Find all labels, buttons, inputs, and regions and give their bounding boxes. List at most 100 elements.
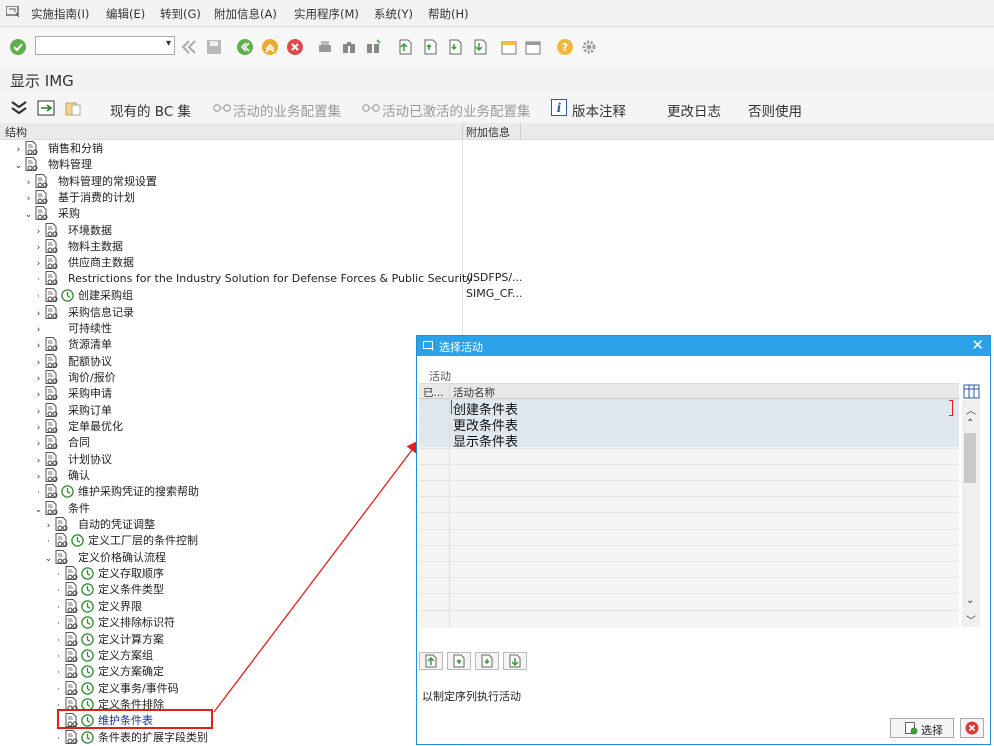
release-notes-button[interactable]: 版本注释 [572,100,626,120]
tree-node[interactable]: · 创建采购组 [34,287,133,303]
tree-node[interactable]: › 物料管理的常规设置 [24,173,157,189]
chevron-down-icon[interactable]: ▾ [166,38,171,49]
tree-node-label[interactable]: 环境数据 [68,224,112,237]
chevron-right-icon[interactable]: › [34,341,43,351]
tree-node[interactable]: · 定义方案确定 [54,663,164,679]
leaf-dot-icon[interactable]: · [54,668,63,678]
tree-node[interactable]: › 合同 [34,434,90,450]
previous-entry-button[interactable] [447,652,471,670]
find-next-icon[interactable] [364,38,382,56]
first-entry-button[interactable] [419,652,443,670]
menu-item-system[interactable]: 系统(Y) [374,6,413,22]
chevron-right-icon[interactable]: › [24,194,33,204]
where-used-button[interactable]: 否则使用 [748,100,802,120]
tree-node-label[interactable]: 定单最优化 [68,420,123,433]
done-column-header[interactable]: 已... [423,385,444,400]
shortcut-icon[interactable] [524,38,542,56]
next-entry-button[interactable] [475,652,499,670]
tree-node[interactable]: · 条件表的扩展字段类别 [54,729,208,745]
tree-node-label[interactable]: 维护采购凭证的搜索帮助 [78,485,199,498]
chevron-down-icon[interactable]: ⌄ [24,210,33,220]
vertical-scrollbar[interactable]: ︿ ⌃ ⌄ ﹀ [962,400,980,627]
tree-node-label[interactable]: 确认 [68,469,90,482]
tree-node[interactable]: › 货源清单 [34,336,112,352]
last-entry-button[interactable] [503,652,527,670]
chevron-right-icon[interactable]: › [34,472,43,482]
chevron-right-icon[interactable]: › [34,456,43,466]
tree-node-label[interactable]: 采购申请 [68,387,112,400]
tree-node[interactable]: › 询价/报价 [34,369,116,385]
tree-node[interactable]: › 采购申请 [34,385,112,401]
back-icon[interactable] [236,38,254,56]
tree-node[interactable]: ⌄ 定义价格确认流程 [44,549,166,565]
execute-clock-icon[interactable] [81,632,94,646]
tree-node-label[interactable]: 条件 [68,502,90,515]
chevron-down-icon[interactable]: ⌄ [34,505,43,515]
leaf-dot-icon[interactable]: · [54,586,63,596]
exit-icon[interactable] [261,38,279,56]
tree-node-label[interactable]: 定义方案确定 [98,665,164,678]
chevron-right-icon[interactable]: › [24,178,33,188]
print-icon[interactable] [316,38,334,56]
tree-node-label[interactable]: Restrictions for the Industry Solution f… [68,272,473,285]
active-bc-sets-button[interactable]: 活动的业务配置集 [233,100,341,120]
sap-menu-icon[interactable] [6,6,20,18]
chevron-up-icon[interactable]: ⌃ [966,418,974,429]
tree-node[interactable]: › 配额协议 [34,353,112,369]
tree-node[interactable]: › 自动的凭证调整 [44,516,155,532]
activated-bc-sets-button[interactable]: 活动已激活的业务配置集 [382,100,531,120]
execute-clock-icon[interactable] [81,665,94,678]
leaf-dot-icon[interactable]: · [54,570,63,580]
tree-node-label[interactable]: 物料管理的常规设置 [58,175,157,188]
close-icon[interactable]: ✕ [971,336,984,354]
cancel-button[interactable] [960,718,984,738]
chevron-right-icon[interactable]: › [34,358,43,368]
leaf-dot-icon[interactable]: · [54,603,63,613]
execute-clock-icon[interactable] [61,485,74,499]
tree-node[interactable]: · 定义存取顺序 [54,565,164,581]
double-left-icon[interactable] [180,38,198,56]
execute-clock-icon[interactable] [81,567,94,580]
next-page-icon[interactable] [445,38,463,56]
choose-button[interactable]: 选择 [890,718,954,738]
chevron-up-icon[interactable]: ︿ [966,402,976,417]
tree-node-label[interactable]: 货源清单 [68,338,112,351]
tree-node-label[interactable]: 物料管理 [48,158,92,171]
execute-clock-icon[interactable] [71,534,84,548]
tree-node-label[interactable]: 定义事务/事件码 [98,682,179,695]
chevron-right-icon[interactable]: › [14,145,23,155]
tree-node[interactable]: · 维护采购凭证的搜索帮助 [34,483,199,499]
menu-item-edit[interactable]: 编辑(E) [106,6,145,22]
activity-name-column-header[interactable]: 活动名称 [453,385,495,400]
tree-node-label[interactable]: 供应商主数据 [68,256,134,269]
collapse-all-icon[interactable] [10,100,28,116]
leaf-dot-icon[interactable]: · [54,734,63,744]
first-page-icon[interactable] [395,38,413,56]
tree-node[interactable]: · 定义工厂层的条件控制 [44,532,198,548]
chevron-right-icon[interactable]: › [34,309,43,319]
tree-node[interactable]: ⌄ 物料管理 [14,156,92,172]
chevron-right-icon[interactable]: › [44,521,53,531]
tree-node-label[interactable]: 计划协议 [68,453,112,466]
tree-node[interactable]: · 定义方案组 [54,647,153,663]
expand-node-icon[interactable] [37,100,55,116]
command-field[interactable]: ▾ [35,36,175,55]
change-log-button[interactable]: 更改日志 [667,100,721,120]
chevron-right-icon[interactable]: › [34,243,43,253]
leaf-dot-icon[interactable]: · [54,636,63,646]
leaf-dot-icon[interactable]: · [54,685,63,695]
tree-node[interactable]: · 定义计算方案 [54,631,164,647]
activity-display-condition-table[interactable]: 显示条件表 [453,431,518,450]
tree-node-label[interactable]: 定义计算方案 [98,633,164,646]
tree-node[interactable]: › 采购信息记录 [34,304,134,320]
tree-node-label[interactable]: 定义工厂层的条件控制 [88,534,198,547]
gear-icon[interactable] [580,38,598,56]
tree-node-label[interactable]: 配额协议 [68,355,112,368]
tree-node-label[interactable]: 采购订单 [68,404,112,417]
menu-item-help[interactable]: 帮助(H) [428,6,469,22]
menu-item-utilities[interactable]: 实用程序(M) [294,6,359,22]
chevron-right-icon[interactable]: › [34,407,43,417]
chevron-down-icon[interactable]: ﹀ [966,612,976,627]
chevron-down-icon[interactable]: ⌄ [44,554,53,564]
leaf-dot-icon[interactable]: · [34,292,43,302]
